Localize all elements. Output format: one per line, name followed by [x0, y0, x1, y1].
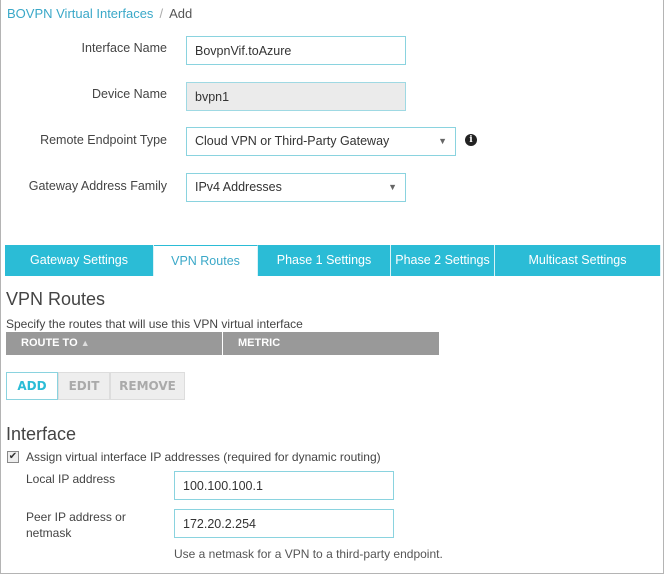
peer-ip-input[interactable]	[174, 509, 394, 538]
remote-endpoint-type-label: Remote Endpoint Type	[40, 133, 167, 147]
column-header-route-to[interactable]: ROUTE TO ▲	[6, 332, 223, 355]
assign-ip-checkbox[interactable]: ✔	[7, 451, 19, 463]
remove-route-button[interactable]: REMOVE	[110, 372, 185, 400]
netmask-hint: Use a netmask for a VPN to a third-party…	[174, 547, 443, 561]
sort-icon[interactable]: ▲	[81, 338, 90, 348]
add-route-button[interactable]: ADD	[6, 372, 58, 400]
info-icon[interactable]: i	[465, 134, 477, 146]
interface-name-input[interactable]	[186, 36, 406, 65]
chevron-down-icon: ▼	[438, 136, 447, 146]
gateway-address-family-row: Gateway Address Family	[0, 174, 167, 202]
breadcrumb-parent-link[interactable]: BOVPN Virtual Interfaces	[7, 6, 153, 21]
vpn-routes-heading: VPN Routes	[6, 289, 106, 309]
gateway-address-family-value: IPv4 Addresses	[195, 180, 282, 194]
device-name-input	[186, 82, 406, 111]
device-name-row: Device Name	[0, 82, 167, 110]
interface-name-label: Interface Name	[81, 41, 167, 55]
remote-endpoint-type-value: Cloud VPN or Third-Party Gateway	[195, 134, 390, 148]
breadcrumb-current: Add	[169, 6, 193, 21]
gateway-address-family-label: Gateway Address Family	[28, 179, 167, 193]
local-ip-input[interactable]	[174, 471, 394, 500]
routes-table-header: ROUTE TO ▲ METRIC	[6, 332, 439, 355]
assign-ip-label: Assign virtual interface IP addresses (r…	[26, 450, 381, 464]
remote-endpoint-type-select[interactable]: Cloud VPN or Third-Party Gateway ▼	[186, 127, 456, 156]
breadcrumb-separator: /	[159, 6, 164, 21]
settings-tabs: Gateway Settings VPN Routes Phase 1 Sett…	[5, 245, 661, 276]
remote-endpoint-type-row: Remote Endpoint Type	[0, 128, 167, 156]
edit-route-button[interactable]: EDIT	[58, 372, 110, 400]
tab-gateway-settings[interactable]: Gateway Settings	[5, 245, 154, 276]
chevron-down-icon: ▼	[388, 182, 397, 192]
local-ip-label: Local IP address	[26, 472, 116, 486]
breadcrumb: BOVPN Virtual Interfaces / Add	[7, 6, 192, 21]
interface-heading: Interface	[6, 424, 77, 444]
route-actions: ADD EDIT REMOVE	[6, 372, 185, 400]
interface-name-row: Interface Name	[0, 36, 167, 64]
column-header-metric[interactable]: METRIC	[223, 332, 280, 355]
device-name-label: Device Name	[91, 87, 167, 101]
vpn-routes-description: Specify the routes that will use this VP…	[6, 317, 303, 331]
checkmark-icon: ✔	[8, 451, 18, 462]
tab-phase-2-settings[interactable]: Phase 2 Settings	[391, 245, 495, 276]
route-to-label: ROUTE TO	[21, 337, 78, 349]
gateway-address-family-select[interactable]: IPv4 Addresses ▼	[186, 173, 406, 202]
tab-vpn-routes[interactable]: VPN Routes	[154, 245, 258, 276]
tab-phase-1-settings[interactable]: Phase 1 Settings	[258, 245, 391, 276]
peer-ip-label: Peer IP address or netmask	[26, 510, 126, 540]
tab-multicast-settings[interactable]: Multicast Settings	[495, 245, 661, 276]
